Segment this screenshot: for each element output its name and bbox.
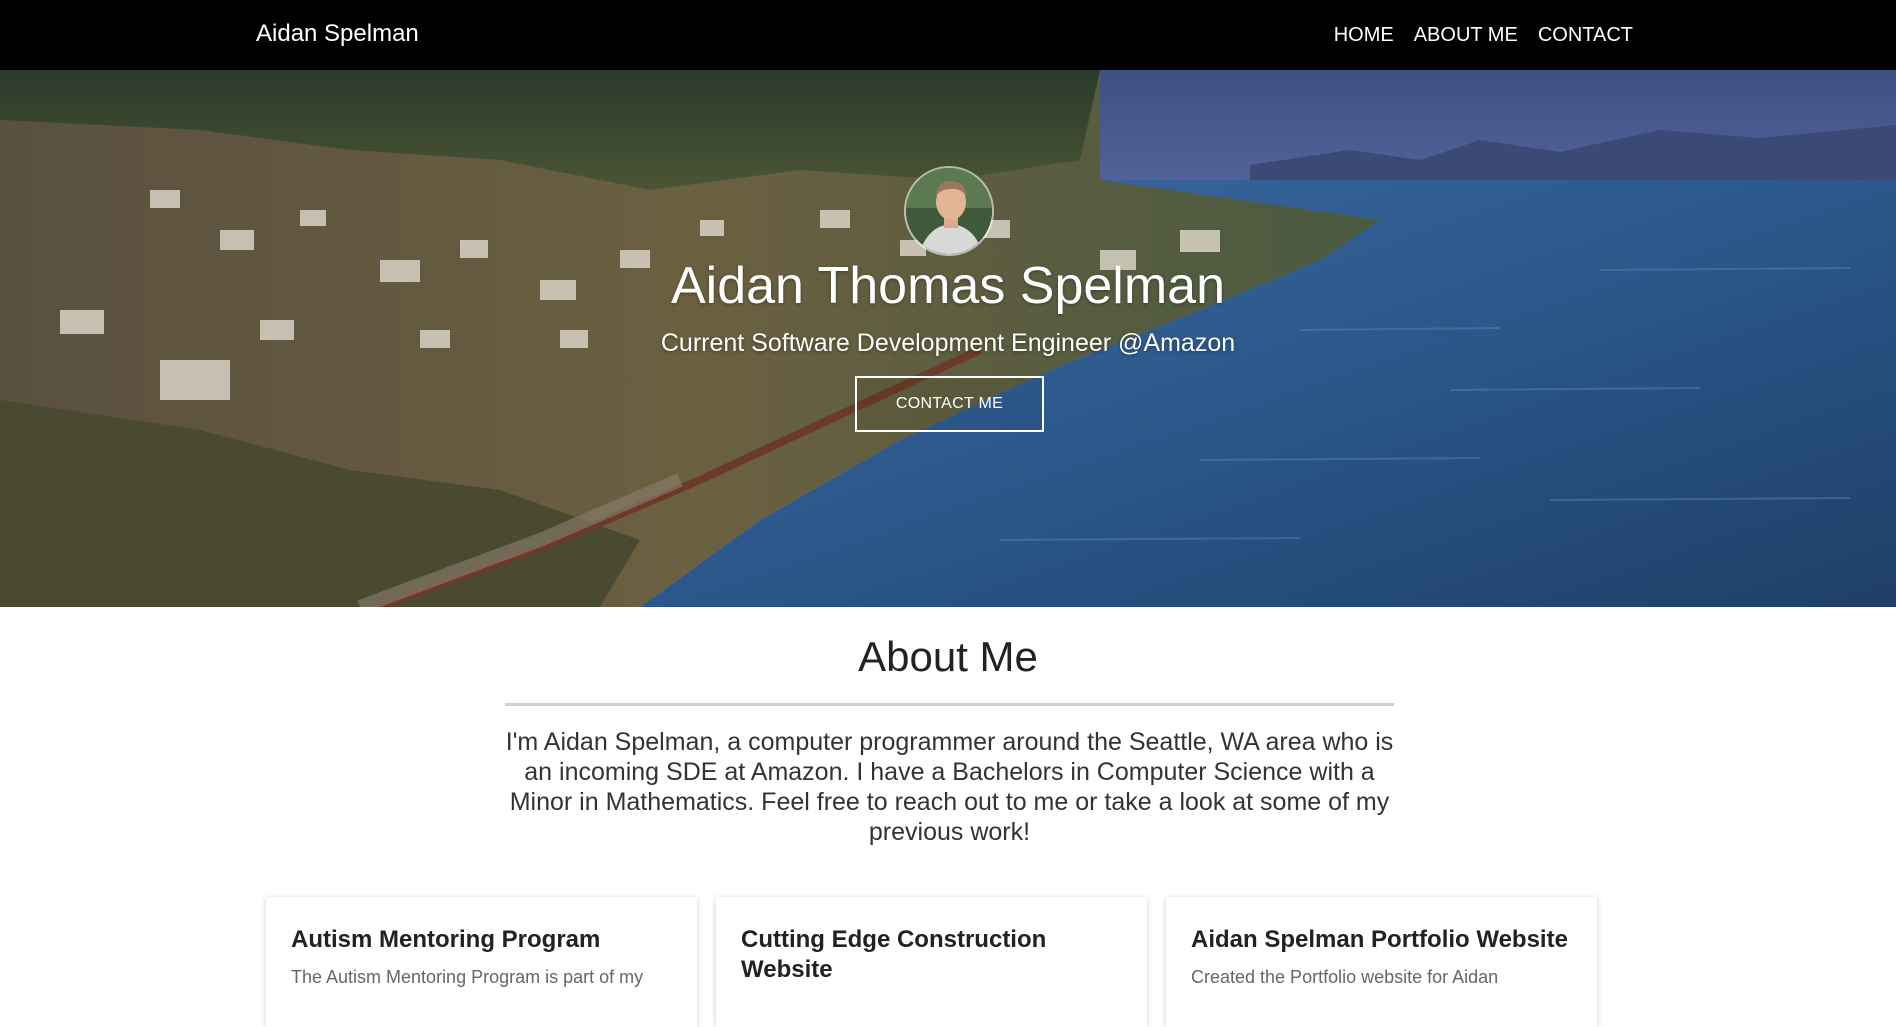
contact-me-button[interactable]: CONTACT ME <box>855 376 1044 432</box>
nav-contact-link[interactable]: CONTACT <box>1538 24 1633 47</box>
hero-subtitle: Current Software Development Engineer @A… <box>660 329 1236 357</box>
project-card-title: Cutting Edge Construction Website <box>741 926 1047 983</box>
project-card-title: Autism Mentoring Program <box>291 926 601 953</box>
project-card-cutting-edge[interactable]: Cutting Edge Construction Website <box>716 897 1147 1027</box>
profile-avatar <box>904 166 994 256</box>
project-card-autism-mentoring[interactable]: Autism Mentoring Program The Autism Ment… <box>266 897 697 1027</box>
nav-about-link[interactable]: ABOUT ME <box>1414 24 1518 47</box>
top-navbar: Aidan Spelman HOME ABOUT ME CONTACT <box>0 0 1896 70</box>
about-heading: About Me <box>858 633 1038 680</box>
nav-links: HOME ABOUT ME CONTACT <box>1334 24 1633 47</box>
about-text: I'm Aidan Spelman, a computer programmer… <box>505 728 1394 846</box>
project-card-description: Created the Portfolio website for Aidan <box>1191 967 1499 987</box>
project-card-title: Aidan Spelman Portfolio Website <box>1191 926 1568 953</box>
about-divider <box>505 703 1394 706</box>
project-card-description: The Autism Mentoring Program is part of … <box>291 967 644 987</box>
brand-link[interactable]: Aidan Spelman <box>256 20 419 48</box>
nav-home-link[interactable]: HOME <box>1334 24 1394 47</box>
hero-section: Aidan Thomas Spelman Current Software De… <box>0 70 1896 607</box>
profile-photo <box>906 168 992 254</box>
hero-title: Aidan Thomas Spelman <box>670 257 1226 315</box>
project-card-portfolio-website[interactable]: Aidan Spelman Portfolio Website Created … <box>1166 897 1597 1027</box>
